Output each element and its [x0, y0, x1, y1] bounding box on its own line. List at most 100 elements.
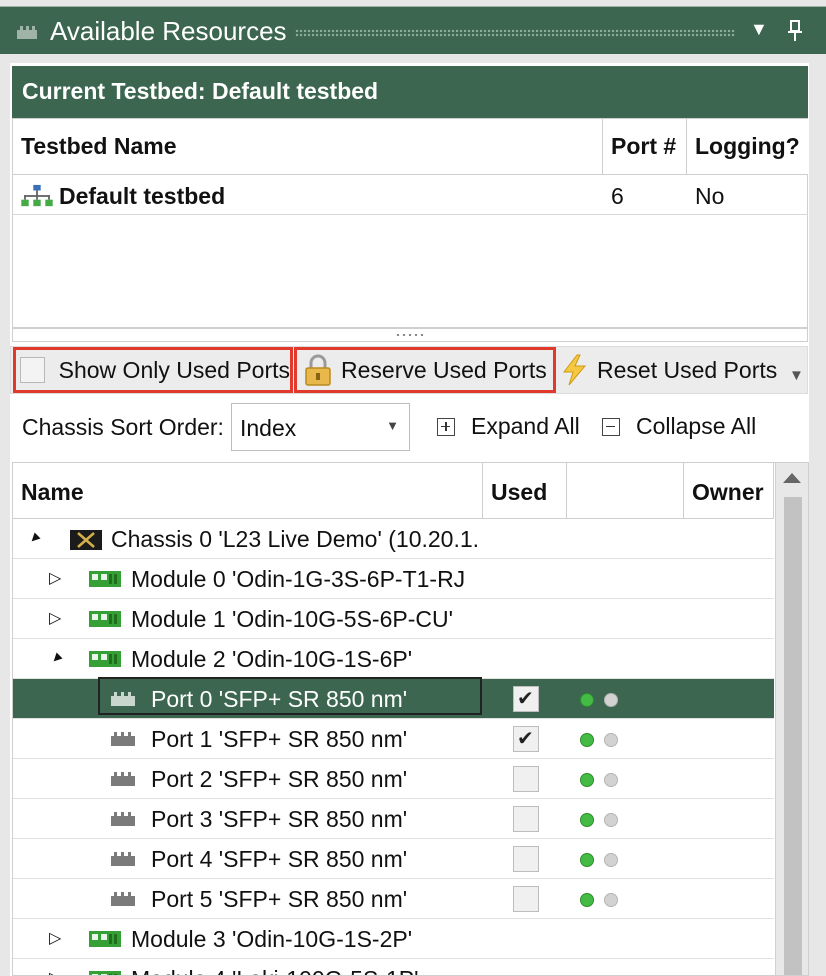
port-used-checkbox[interactable]	[513, 726, 539, 752]
testbed-row-ports: 6	[603, 175, 687, 215]
activity-status-gray-dot-icon	[604, 693, 618, 707]
expand-arrow-icon[interactable]: ▷	[49, 971, 65, 976]
panel-menu-chevron-icon[interactable]: ▼	[750, 19, 768, 40]
column-header-name[interactable]: Name	[13, 463, 483, 519]
resources-icon	[17, 26, 37, 39]
activity-status-gray-dot-icon	[604, 853, 618, 867]
link-status-green-dot-icon	[580, 853, 594, 867]
port-used-checkbox[interactable]	[513, 846, 539, 872]
tree-row-module[interactable]: ▷ Module 0 'Odin-1G-3S-6P-T1-RJ	[13, 559, 774, 599]
port-used-checkbox[interactable]	[513, 766, 539, 792]
testbed-name-text: Default testbed	[59, 183, 226, 209]
reserve-used-ports-label: Reserve Used Ports	[341, 356, 547, 383]
port-used-checkbox[interactable]	[513, 686, 539, 712]
tree-row-chassis[interactable]: ▲ Chassis 0 'L23 Live Demo' (10.20.1.	[13, 519, 774, 559]
resource-tree-grid: Name Used Owner ▲ Chassis 0 'L23 Live Dem…	[12, 462, 809, 976]
port-icon	[111, 812, 135, 826]
port-icon	[111, 892, 135, 906]
ports-toolbar: Show Only Used Ports Reserve Used Ports …	[10, 346, 808, 394]
port-used-checkbox[interactable]	[513, 806, 539, 832]
collapse-arrow-icon[interactable]: ▲	[24, 528, 45, 549]
column-header-owner[interactable]: Owner	[684, 463, 774, 519]
tree-row-module[interactable]: ▲ Module 2 'Odin-10G-1S-6P'	[13, 639, 774, 679]
activity-status-gray-dot-icon	[604, 813, 618, 827]
network-tree-icon	[21, 184, 53, 207]
pin-icon[interactable]	[786, 20, 804, 42]
tree-row-module[interactable]: ▷ Module 1 'Odin-10G-5S-6P-CU'	[13, 599, 774, 639]
module-card-icon	[89, 931, 121, 947]
expand-arrow-icon[interactable]: ▷	[49, 931, 65, 947]
testbed-row-name[interactable]: Default testbed	[13, 175, 603, 215]
column-header-logging[interactable]: Logging?	[687, 119, 808, 175]
dropdown-arrow-icon: ▼	[386, 418, 399, 433]
scroll-up-arrow-icon[interactable]	[783, 473, 801, 483]
tree-row-label: Module 2 'Odin-10G-1S-6P'	[131, 646, 413, 672]
module-card-icon	[89, 971, 121, 975]
port-icon	[111, 852, 135, 866]
testbed-row-logging: No	[687, 175, 808, 215]
collapse-all-button[interactable]: Collapse All	[602, 413, 756, 440]
vertical-scrollbar[interactable]	[775, 463, 808, 975]
lightning-icon	[562, 354, 587, 386]
scrollbar-thumb[interactable]	[784, 497, 802, 975]
tree-row-label: Port 3 'SFP+ SR 850 nm'	[151, 806, 408, 832]
minus-box-icon	[602, 417, 620, 436]
selection-focus-rectangle	[98, 677, 482, 715]
testbed-grid: Testbed Name Port # Logging? Default tes…	[12, 118, 808, 328]
module-card-icon	[89, 611, 121, 627]
link-status-green-dot-icon	[580, 813, 594, 827]
show-used-checkbox[interactable]	[20, 357, 45, 383]
link-status-green-dot-icon	[580, 693, 594, 707]
reset-used-ports-button[interactable]: Reset Used Ports	[559, 347, 789, 393]
port-icon	[111, 772, 135, 786]
tree-row-label: Port 4 'SFP+ SR 850 nm'	[151, 846, 408, 872]
panel-title: Available Resources	[50, 16, 287, 46]
splitter-grip-icon	[395, 333, 425, 337]
module-card-icon	[89, 651, 121, 667]
link-status-green-dot-icon	[580, 773, 594, 787]
tree-row-module[interactable]: ▷ Module 3 'Odin-10G-1S-2P'	[13, 919, 774, 959]
tree-row-label: Port 2 'SFP+ SR 850 nm'	[151, 766, 408, 792]
chassis-icon	[70, 530, 102, 550]
chassis-sort-order-select[interactable]: Index ▼	[231, 403, 410, 451]
activity-status-gray-dot-icon	[604, 773, 618, 787]
tree-row-label: Port 5 'SFP+ SR 850 nm'	[151, 886, 408, 912]
grid-splitter[interactable]	[12, 328, 808, 342]
current-testbed-header: Current Testbed: Default testbed	[12, 66, 808, 118]
tree-row-label: Module 1 'Odin-10G-5S-6P-CU'	[131, 606, 453, 632]
toolbar-overflow-chevron-icon[interactable]: ▼	[789, 367, 804, 384]
tree-row-port[interactable]: Port 4 'SFP+ SR 850 nm'	[13, 839, 774, 879]
lock-icon	[305, 354, 331, 386]
tree-row-label: Module 0 'Odin-1G-3S-6P-T1-RJ	[131, 566, 466, 592]
column-header-used[interactable]: Used	[483, 463, 567, 519]
tree-row-label: Module 4 'Loki-100G-5S-1P'	[131, 966, 419, 975]
column-header-testbed-name[interactable]: Testbed Name	[13, 119, 603, 175]
tree-row-port[interactable]: Port 3 'SFP+ SR 850 nm'	[13, 799, 774, 839]
expand-arrow-icon[interactable]: ▷	[49, 611, 65, 627]
panel-title-bar: Available Resources ▼	[0, 6, 826, 54]
plus-box-icon	[437, 417, 455, 436]
collapse-arrow-icon[interactable]: ▲	[46, 648, 67, 669]
activity-status-gray-dot-icon	[604, 733, 618, 747]
expand-arrow-icon[interactable]: ▷	[49, 571, 65, 587]
tree-row-module[interactable]: ▷ Module 4 'Loki-100G-5S-1P'	[13, 959, 774, 976]
link-status-green-dot-icon	[580, 893, 594, 907]
title-drag-grip[interactable]	[295, 29, 735, 37]
show-only-used-ports-toggle[interactable]: Show Only Used Ports	[13, 347, 293, 393]
chassis-sort-order-label: Chassis Sort Order:	[22, 414, 224, 440]
tree-row-port[interactable]: Port 0 'SFP+ SR 850 nm'	[13, 677, 774, 719]
show-used-label: Show Only Used Ports	[58, 356, 290, 383]
tree-row-label: Module 3 'Odin-10G-1S-2P'	[131, 926, 413, 952]
expand-all-button[interactable]: Expand All	[437, 413, 580, 440]
column-header-port-count[interactable]: Port #	[603, 119, 687, 175]
port-used-checkbox[interactable]	[513, 886, 539, 912]
column-header-status[interactable]	[567, 463, 684, 519]
port-icon	[111, 732, 135, 746]
tree-row-port[interactable]: Port 1 'SFP+ SR 850 nm'	[13, 719, 774, 759]
tree-row-port[interactable]: Port 2 'SFP+ SR 850 nm'	[13, 759, 774, 799]
reserve-used-ports-button[interactable]: Reserve Used Ports	[294, 347, 556, 393]
tree-row-label: Port 1 'SFP+ SR 850 nm'	[151, 726, 408, 752]
activity-status-gray-dot-icon	[604, 893, 618, 907]
tree-row-port[interactable]: Port 5 'SFP+ SR 850 nm'	[13, 879, 774, 919]
tree-row-label: Chassis 0 'L23 Live Demo' (10.20.1.	[111, 526, 480, 552]
